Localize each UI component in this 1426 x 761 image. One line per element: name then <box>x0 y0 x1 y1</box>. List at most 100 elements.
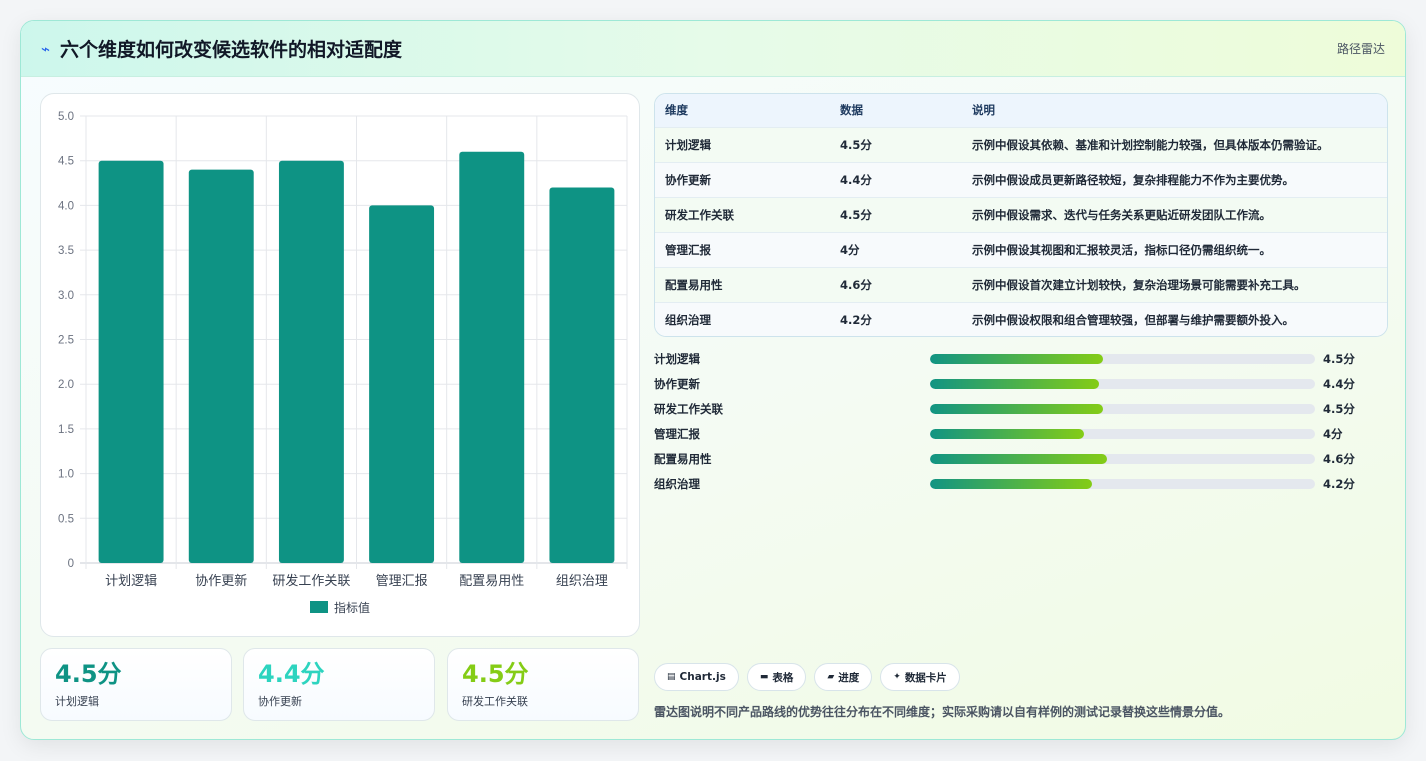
metric-value: 4.5分 <box>462 660 529 688</box>
metric-value: 4.5分 <box>55 660 122 688</box>
x-tick-label: 计划逻辑 <box>105 574 157 589</box>
cell-value: 4.5分 <box>840 207 872 222</box>
table-row: 组织治理 4.2分 示例中假设权限和组合管理较强，但部署与维护需要额外投入。 <box>655 302 1387 336</box>
chip-label: Chart.js <box>679 671 726 683</box>
progress-row: 管理汇报 4分 <box>654 421 1388 446</box>
progress-label: 计划逻辑 <box>654 351 700 366</box>
progress-label: 研发工作关联 <box>654 401 723 416</box>
chip-row: ▤ Chart.js ▬ 表格 ▰ 进度 ✦ 数据卡片 <box>654 663 960 691</box>
progress-score: 4分 <box>1323 426 1343 441</box>
progress-score: 4.5分 <box>1323 401 1355 416</box>
progress-track <box>930 378 1315 389</box>
progress-row: 协作更新 4.4分 <box>654 371 1388 396</box>
progress-track <box>930 428 1315 439</box>
bar-组织治理 <box>549 187 615 563</box>
y-tick-label: 0.5 <box>58 513 74 525</box>
cell-description: 示例中假设需求、迭代与任务关系更贴近研发团队工作流。 <box>972 207 1271 222</box>
y-tick-label: 4.0 <box>58 200 74 212</box>
metric-value: 4.4分 <box>258 660 325 688</box>
y-tick-label: 5.0 <box>58 111 74 123</box>
progress-row: 研发工作关联 4.5分 <box>654 396 1388 421</box>
cell-description: 示例中假设成员更新路径较短，复杂排程能力不作为主要优势。 <box>972 172 1294 187</box>
column-header-description: 说明 <box>972 103 995 118</box>
y-tick-label: 0 <box>68 558 74 570</box>
table-row: 研发工作关联 4.5分 示例中假设需求、迭代与任务关系更贴近研发团队工作流。 <box>655 197 1387 232</box>
metric-label: 研发工作关联 <box>462 695 528 708</box>
chip-label: 表格 <box>772 671 794 684</box>
metric-card-3: 4.5分 研发工作关联 <box>447 648 639 721</box>
progress-icon: ▰ <box>827 672 835 682</box>
bar-计划逻辑 <box>98 160 164 563</box>
dashboard-card: ⌁ 六个维度如何改变候选软件的相对适配度 路径雷达 0 0.5 1.0 1.5 2.0 2… <box>20 20 1406 740</box>
progress-track <box>930 453 1315 464</box>
chip-chartjs[interactable]: ▤ Chart.js <box>654 663 739 691</box>
progress-score: 4.2分 <box>1323 476 1355 491</box>
cell-description: 示例中假设其依赖、基准和计划控制能力较强，但具体版本仍需验证。 <box>972 137 1329 152</box>
progress-fill <box>930 403 1104 414</box>
cell-dimension: 配置易用性 <box>665 277 723 292</box>
legend-label: 指标值 <box>334 600 370 615</box>
y-tick-label: 2.0 <box>58 379 74 391</box>
progress-fill <box>930 428 1084 439</box>
chip-data-cards[interactable]: ✦ 数据卡片 <box>880 663 960 691</box>
card-header: ⌁ 六个维度如何改变候选软件的相对适配度 路径雷达 <box>21 21 1405 77</box>
cell-description: 示例中假设首次建立计划较快，复杂治理场景可能需要补充工具。 <box>972 277 1306 292</box>
chip-label: 进度 <box>838 671 860 684</box>
progress-track <box>930 478 1315 489</box>
x-tick-label: 研发工作关联 <box>272 573 350 589</box>
progress-list: 计划逻辑 4.5分 协作更新 4.4分 研发工作关联 4.5分 管理汇报 4分 配置易用性 4.6… <box>654 346 1388 496</box>
progress-label: 管理汇报 <box>654 426 700 441</box>
table-row: 计划逻辑 4.5分 示例中假设其依赖、基准和计划控制能力较强，但具体版本仍需验证… <box>655 127 1387 162</box>
progress-label: 配置易用性 <box>654 451 712 466</box>
footnote: 雷达图说明不同产品路线的优势往往分布在不同维度；实际采购请以自有样例的测试记录替… <box>654 705 1231 719</box>
chart-icon: ▤ <box>667 672 676 682</box>
column-header-dimension: 维度 <box>665 103 688 118</box>
cell-value: 4分 <box>840 242 860 257</box>
progress-fill <box>930 478 1092 489</box>
bar-协作更新 <box>188 169 254 563</box>
chip-table[interactable]: ▬ 表格 <box>746 663 807 691</box>
metric-card-2: 4.4分 协作更新 <box>243 648 435 721</box>
y-tick-label: 2.5 <box>58 335 74 347</box>
y-tick-label: 1.0 <box>58 469 74 481</box>
metric-card-1: 4.5分 计划逻辑 <box>40 648 232 721</box>
cell-value: 4.4分 <box>840 172 872 187</box>
table-header-row: 维度 数据 说明 <box>655 94 1387 127</box>
chip-label: 数据卡片 <box>904 671 947 684</box>
page-title: 六个维度如何改变候选软件的相对适配度 <box>60 39 403 61</box>
progress-track <box>930 353 1315 364</box>
progress-label: 组织治理 <box>654 476 700 491</box>
sparkle-icon: ✦ <box>893 672 901 682</box>
cell-dimension: 管理汇报 <box>665 242 711 257</box>
table-row: 管理汇报 4分 示例中假设其视图和汇报较灵活，指标口径仍需组织统一。 <box>655 232 1387 267</box>
y-tick-label: 1.5 <box>58 424 74 436</box>
progress-fill <box>930 378 1100 389</box>
column-header-data: 数据 <box>840 103 863 118</box>
x-tick-label: 管理汇报 <box>376 574 428 589</box>
progress-fill <box>930 353 1104 364</box>
progress-score: 4.4分 <box>1323 376 1355 391</box>
cell-dimension: 研发工作关联 <box>665 207 734 222</box>
cell-value: 4.5分 <box>840 137 872 152</box>
y-tick-label: 3.0 <box>58 290 74 302</box>
cell-dimension: 协作更新 <box>665 172 711 187</box>
progress-row: 配置易用性 4.6分 <box>654 446 1388 471</box>
x-tick-label: 协作更新 <box>195 573 247 589</box>
legend-swatch <box>310 601 328 613</box>
x-tick-label: 组织治理 <box>556 574 608 589</box>
x-tick-label: 配置易用性 <box>459 574 524 589</box>
bar-配置易用性 <box>459 151 525 563</box>
progress-label: 协作更新 <box>654 376 700 391</box>
progress-score: 4.6分 <box>1323 451 1355 466</box>
table-icon: ▬ <box>759 672 769 682</box>
progress-fill <box>930 453 1108 464</box>
progress-row: 组织治理 4.2分 <box>654 471 1388 496</box>
cell-description: 示例中假设权限和组合管理较强，但部署与维护需要额外投入。 <box>972 312 1294 327</box>
progress-row: 计划逻辑 4.5分 <box>654 346 1388 371</box>
header-tag: 路径雷达 <box>1336 42 1385 56</box>
data-table: 维度 数据 说明 计划逻辑 4.5分 示例中假设其依赖、基准和计划控制能力较强，… <box>654 93 1388 337</box>
table-row: 配置易用性 4.6分 示例中假设首次建立计划较快，复杂治理场景可能需要补充工具。 <box>655 267 1387 302</box>
bolt-icon: ⌁ <box>41 39 51 58</box>
chip-progress[interactable]: ▰ 进度 <box>814 663 873 691</box>
bar-chart-svg: 0 0.5 1.0 1.5 2.0 2.5 3.0 3.5 4.0 4.5 5.0 计划逻辑 协作更新 研… <box>58 111 628 615</box>
